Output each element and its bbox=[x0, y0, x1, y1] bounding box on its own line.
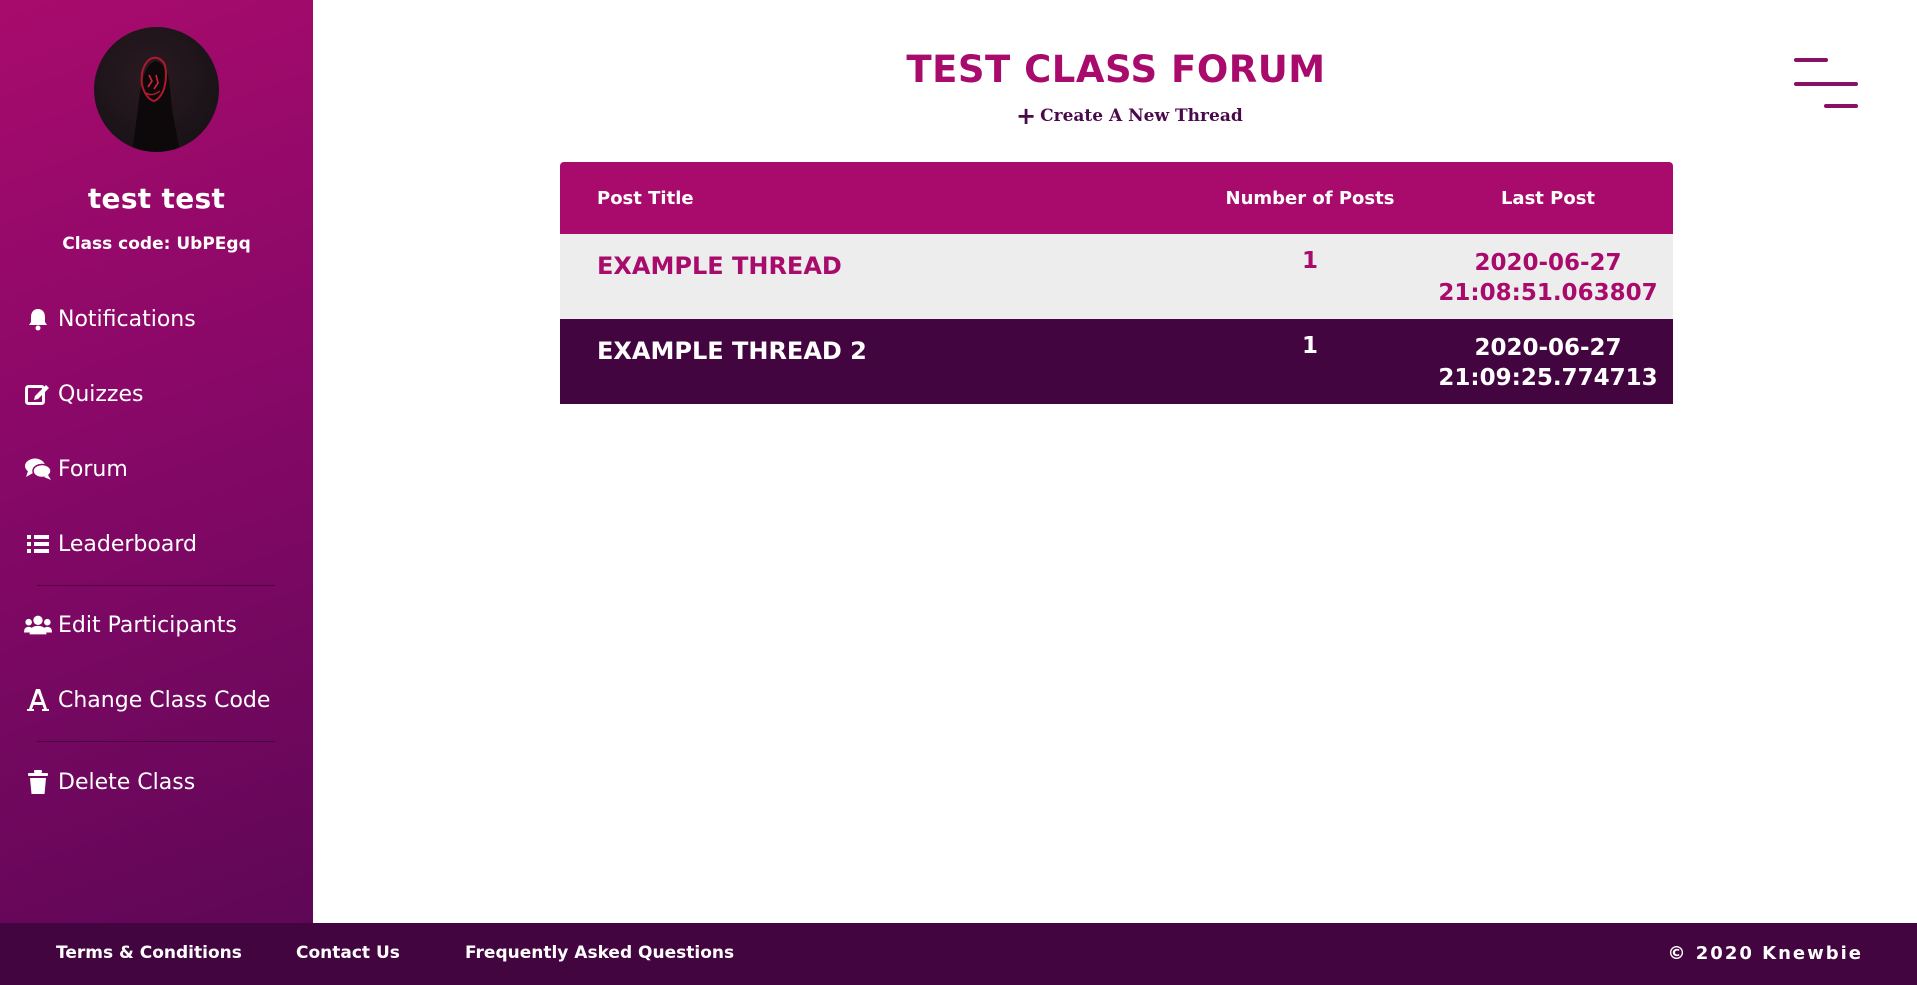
class-code: Class code: UbPEgq bbox=[62, 234, 251, 254]
sidebar-item-label: Change Class Code bbox=[58, 687, 271, 713]
sidebar: test test Class code: UbPEgq Notificatio… bbox=[0, 0, 313, 923]
sidebar-item-change-class-code[interactable]: Change Class Code bbox=[24, 682, 270, 718]
create-thread-link[interactable]: + Create A New Thread bbox=[1016, 104, 1243, 128]
sidebar-item-label: Quizzes bbox=[58, 381, 144, 407]
footer-link-faq[interactable]: Frequently Asked Questions bbox=[465, 943, 734, 963]
app-root: test test Class code: UbPEgq Notificatio… bbox=[0, 0, 1917, 985]
table-row[interactable]: EXAMPLE THREAD 2 1 2020-06-27 21:09:25.7… bbox=[560, 319, 1673, 404]
edit-icon bbox=[24, 380, 52, 408]
hooded-figure-icon bbox=[132, 56, 180, 152]
font-icon bbox=[24, 686, 52, 714]
thread-title-link[interactable]: EXAMPLE THREAD 2 bbox=[597, 337, 867, 365]
avatar[interactable] bbox=[94, 27, 219, 152]
menu-line-top bbox=[1794, 58, 1828, 62]
last-post-date: 2020-06-27 bbox=[1474, 335, 1622, 361]
comments-icon bbox=[24, 455, 52, 483]
sidebar-item-label: Notifications bbox=[58, 306, 196, 332]
copyright: © 2020 Knewbie bbox=[1667, 943, 1863, 964]
column-header-number-of-posts: Number of Posts bbox=[1225, 187, 1395, 209]
sidebar-item-label: Leaderboard bbox=[58, 531, 197, 557]
last-post-date: 2020-06-27 bbox=[1474, 250, 1622, 276]
sidebar-item-forum[interactable]: Forum bbox=[24, 451, 128, 487]
last-post-time: 21:09:25.774713 bbox=[1438, 365, 1658, 391]
post-count: 1 bbox=[1301, 333, 1318, 359]
bell-icon bbox=[24, 305, 52, 333]
user-name: test test bbox=[87, 182, 226, 215]
sidebar-divider bbox=[37, 741, 275, 742]
last-post: 2020-06-27 21:09:25.774713 bbox=[1422, 333, 1674, 393]
menu-line-middle bbox=[1794, 82, 1858, 86]
sidebar-item-edit-participants[interactable]: Edit Participants bbox=[24, 607, 237, 643]
trash-icon bbox=[24, 768, 52, 796]
sidebar-item-label: Forum bbox=[58, 456, 128, 482]
sidebar-item-label: Delete Class bbox=[58, 769, 196, 795]
sidebar-item-notifications[interactable]: Notifications bbox=[24, 301, 196, 337]
post-count: 1 bbox=[1301, 248, 1318, 274]
menu-toggle-button[interactable] bbox=[1794, 56, 1860, 110]
sidebar-item-delete-class[interactable]: Delete Class bbox=[24, 764, 195, 800]
column-header-post-title: Post Title bbox=[597, 187, 694, 209]
sidebar-item-leaderboard[interactable]: Leaderboard bbox=[24, 526, 197, 562]
list-icon bbox=[24, 530, 52, 558]
page-title: TEST CLASS FORUM bbox=[906, 48, 1326, 91]
create-thread-label: Create A New Thread bbox=[1040, 106, 1243, 126]
column-header-last-post: Last Post bbox=[1500, 187, 1596, 209]
menu-line-bottom bbox=[1824, 104, 1858, 108]
sidebar-divider bbox=[37, 585, 275, 586]
footer-link-contact[interactable]: Contact Us bbox=[296, 943, 400, 963]
table-header: Post Title Number of Posts Last Post bbox=[560, 162, 1673, 234]
table-row[interactable]: EXAMPLE THREAD 1 2020-06-27 21:08:51.063… bbox=[560, 234, 1673, 319]
sidebar-item-label: Edit Participants bbox=[58, 612, 237, 638]
last-post-time: 21:08:51.063807 bbox=[1438, 280, 1658, 306]
users-icon bbox=[24, 611, 52, 639]
plus-icon: + bbox=[1016, 102, 1037, 130]
sidebar-item-quizzes[interactable]: Quizzes bbox=[24, 376, 143, 412]
footer-link-terms[interactable]: Terms & Conditions bbox=[56, 943, 242, 963]
forum-table: Post Title Number of Posts Last Post EXA… bbox=[560, 162, 1673, 404]
last-post: 2020-06-27 21:08:51.063807 bbox=[1422, 248, 1674, 308]
thread-title-link[interactable]: EXAMPLE THREAD bbox=[597, 252, 842, 280]
footer: Terms & Conditions Contact Us Frequently… bbox=[0, 923, 1917, 985]
